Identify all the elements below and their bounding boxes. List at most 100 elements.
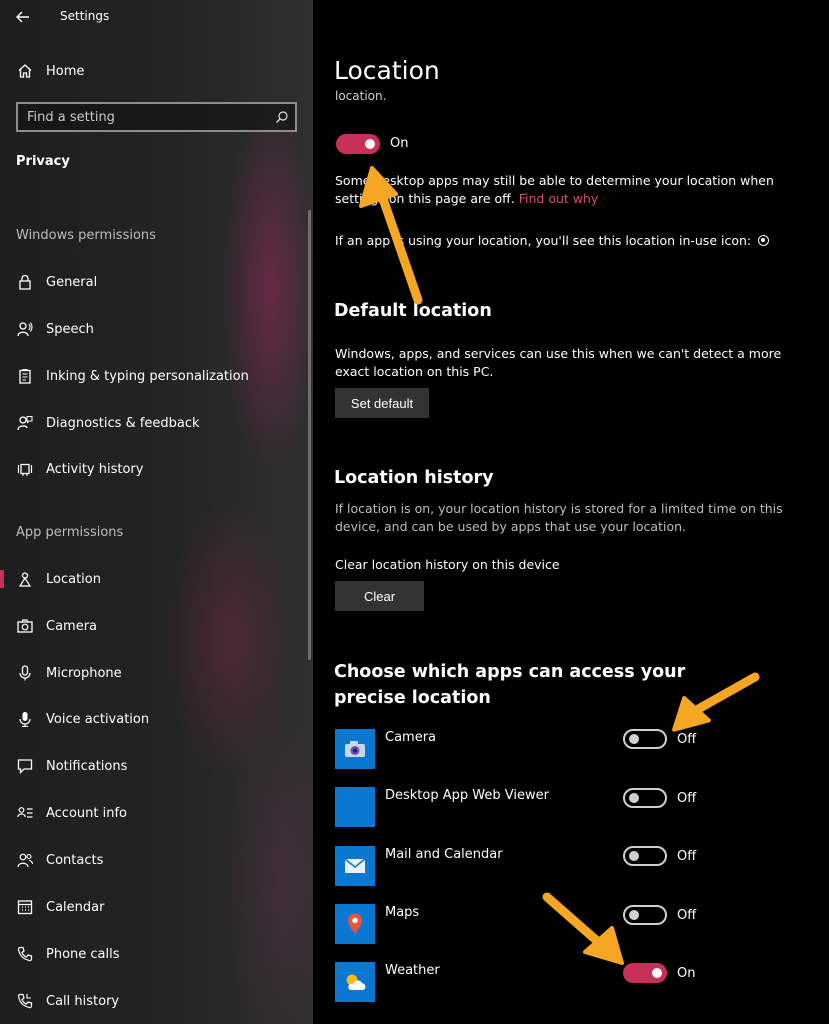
sidebar-item-general[interactable]: General	[0, 262, 300, 302]
sidebar-item-location[interactable]: Location	[0, 559, 300, 599]
main-content: Location location. On Some desktop apps …	[313, 0, 829, 1024]
account-info-icon	[16, 804, 34, 822]
web-viewer-app-icon	[335, 787, 375, 827]
desktop-app-web-viewer-toggle-state: Off	[677, 791, 697, 806]
activity-icon	[16, 460, 34, 478]
sidebar-item-label: Location	[46, 571, 101, 587]
weather-toggle-state: On	[677, 966, 696, 981]
speech-icon	[16, 320, 34, 338]
maps-toggle-state: Off	[677, 908, 697, 923]
weather-app-icon	[335, 962, 375, 1002]
clipboard-icon	[16, 367, 34, 385]
sidebar-item-label: Microphone	[46, 665, 122, 681]
maps-toggle[interactable]	[623, 905, 667, 925]
clear-button[interactable]: Clear	[335, 581, 424, 611]
windows-permissions-heading: Windows permissions	[16, 228, 156, 243]
feedback-icon	[16, 414, 34, 432]
category-title: Privacy	[16, 154, 70, 169]
clipped-text: location.	[335, 89, 387, 103]
app-row-weather: Weather	[335, 962, 805, 1006]
sidebar-item-contacts[interactable]: Contacts	[0, 840, 300, 880]
home-icon	[16, 62, 34, 80]
mail-app-icon	[335, 846, 375, 886]
voice-icon	[16, 710, 34, 728]
sidebar-item-label: Camera	[46, 618, 98, 634]
sidebar-item-label: Notifications	[46, 758, 128, 774]
sidebar-item-label: Voice activation	[46, 711, 150, 727]
sidebar-item-label: Inking & typing personalization	[46, 368, 249, 384]
sidebar-item-label: Calendar	[46, 899, 105, 915]
sidebar-item-label: Diagnostics & feedback	[46, 415, 200, 431]
camera-toggle[interactable]	[623, 729, 667, 749]
camera-icon	[16, 617, 34, 635]
location-master-toggle-state: On	[390, 136, 409, 151]
desktop-apps-note: Some desktop apps may still be able to d…	[335, 172, 785, 208]
sidebar: Settings Home Privacy Windows permission…	[0, 0, 313, 1024]
sidebar-item-diagnostics[interactable]: Diagnostics & feedback	[0, 403, 300, 443]
maps-app-icon	[335, 904, 375, 944]
sidebar-item-home[interactable]: Home	[0, 51, 300, 91]
app-row-mail-and-calendar: Mail and Calendar	[335, 846, 805, 890]
location-in-use-icon	[758, 235, 770, 246]
set-default-button[interactable]: Set default	[335, 388, 429, 418]
search-box[interactable]	[16, 102, 297, 132]
app-permissions-heading: App permissions	[16, 525, 124, 540]
inuse-note-text: If an app is using your location, you'll…	[335, 233, 752, 248]
location-history-description: If location is on, your location history…	[335, 501, 783, 534]
sidebar-item-inking[interactable]: Inking & typing personalization	[0, 356, 300, 396]
search-input[interactable]	[18, 109, 258, 125]
app-row-camera: Camera	[335, 729, 805, 773]
desktop-app-web-viewer-toggle[interactable]	[623, 788, 667, 808]
search-icon[interactable]	[275, 109, 289, 128]
back-button[interactable]	[10, 6, 36, 28]
sidebar-item-microphone[interactable]: Microphone	[0, 653, 300, 693]
inuse-note: If an app is using your location, you'll…	[335, 232, 795, 250]
sidebar-scrollbar[interactable]	[308, 210, 311, 660]
sidebar-item-speech[interactable]: Speech	[0, 309, 300, 349]
app-name: Camera	[385, 730, 437, 745]
find-out-why-link[interactable]: Find out why	[519, 191, 599, 206]
title-bar: Settings	[0, 0, 313, 34]
sidebar-item-calendar[interactable]: Calendar	[0, 887, 300, 927]
app-name: Maps	[385, 905, 420, 920]
location-master-toggle[interactable]	[336, 134, 380, 154]
back-arrow-icon	[16, 11, 29, 23]
location-history-heading: Location history	[334, 468, 494, 488]
notifications-icon	[16, 757, 34, 775]
sidebar-item-call-history[interactable]: Call history	[0, 981, 300, 1021]
sidebar-item-camera[interactable]: Camera	[0, 606, 300, 646]
sidebar-item-label: Speech	[46, 321, 94, 337]
app-row-maps: Maps	[335, 904, 805, 948]
default-location-heading: Default location	[334, 301, 492, 321]
sidebar-item-voice-activation[interactable]: Voice activation	[0, 699, 300, 739]
app-name: Desktop App Web Viewer	[385, 788, 549, 803]
apps-section-heading: Choose which apps can access your precis…	[334, 662, 686, 708]
app-name: Mail and Calendar	[385, 847, 503, 862]
phone-icon	[16, 945, 34, 963]
camera-toggle-state: Off	[677, 732, 697, 747]
sidebar-item-account-info[interactable]: Account info	[0, 793, 300, 833]
camera-app-icon	[335, 729, 375, 769]
location-icon	[16, 570, 34, 588]
microphone-icon	[16, 664, 34, 682]
lock-icon	[16, 273, 34, 291]
default-location-description: Windows, apps, and services can use this…	[335, 346, 782, 379]
app-name: Weather	[385, 963, 440, 978]
sidebar-item-label: Phone calls	[46, 946, 120, 962]
sidebar-item-activity-history[interactable]: Activity history	[0, 449, 300, 489]
page-title: Location	[334, 56, 440, 85]
sidebar-item-notifications[interactable]: Notifications	[0, 746, 300, 786]
sidebar-item-label: General	[46, 274, 98, 290]
sidebar-item-phone-calls[interactable]: Phone calls	[0, 934, 300, 974]
contacts-icon	[16, 851, 34, 869]
sidebar-item-label: Account info	[46, 805, 128, 821]
weather-toggle[interactable]	[623, 963, 667, 983]
app-row-desktop-app-web-viewer: Desktop App Web Viewer	[335, 787, 805, 831]
sidebar-item-label: Contacts	[46, 852, 104, 868]
window-title: Settings	[60, 9, 110, 23]
call-history-icon	[16, 992, 34, 1010]
clear-history-label: Clear location history on this device	[335, 557, 560, 572]
sidebar-item-label: Home	[46, 63, 85, 79]
sidebar-item-label: Call history	[46, 993, 120, 1009]
mail-and-calendar-toggle[interactable]	[623, 846, 667, 866]
